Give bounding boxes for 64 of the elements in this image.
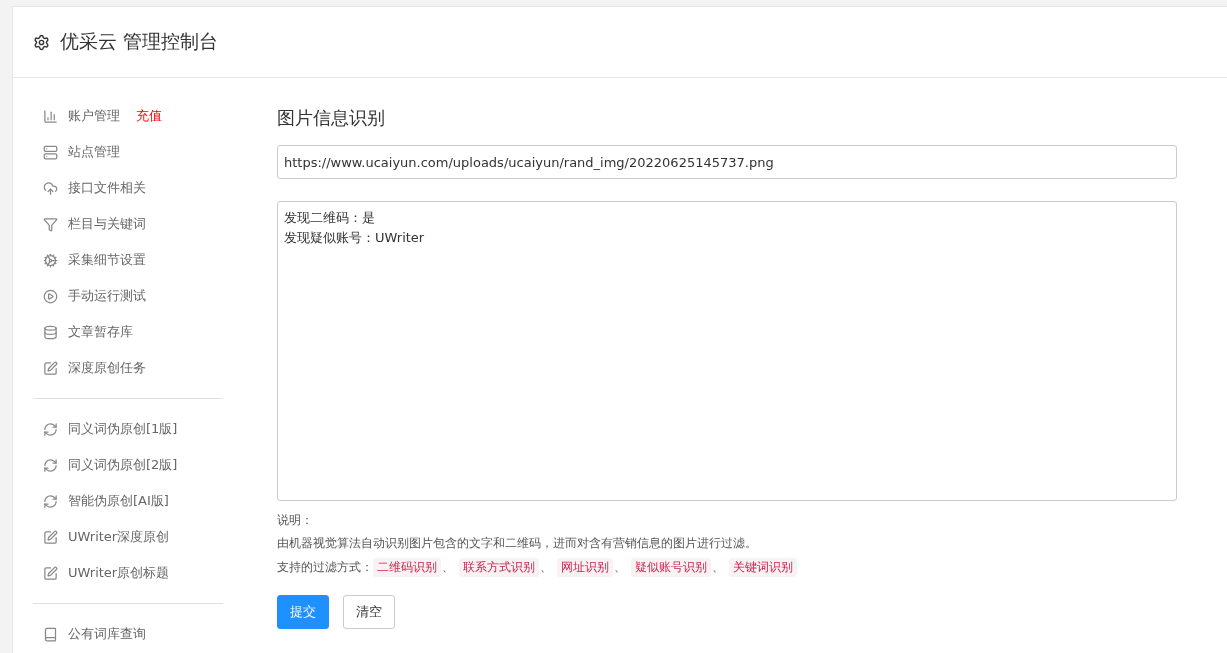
cloud-upload-icon bbox=[43, 180, 58, 196]
submit-button[interactable]: 提交 bbox=[277, 595, 329, 629]
edit-icon bbox=[43, 529, 58, 545]
separator-mark: 、 bbox=[712, 558, 724, 576]
gears-icon bbox=[43, 252, 58, 268]
database-icon bbox=[43, 324, 58, 340]
refresh-icon bbox=[43, 493, 58, 509]
method-tag: 网址识别 bbox=[557, 557, 613, 577]
sidebar-item-label: 深度原创任务 bbox=[68, 359, 146, 377]
method-tag: 关键词识别 bbox=[729, 557, 797, 577]
sidebar-item[interactable]: 栏目与关键词 bbox=[33, 206, 243, 242]
separator-mark: 、 bbox=[614, 558, 626, 576]
edit-icon bbox=[43, 565, 58, 581]
method-tag: 二维码识别 bbox=[373, 557, 441, 577]
notes-text: 由机器视觉算法自动识别图片包含的文字和二维码，进而对含有营销信息的图片进行过滤。 bbox=[277, 534, 757, 552]
url-field[interactable]: https://www.ucaiyun.com/uploads/ucaiyun/rand_img/20220625145737.png bbox=[277, 145, 1177, 179]
sidebar-item-label: 栏目与关键词 bbox=[68, 215, 146, 233]
sidebar-item-label: 智能伪原创[AI版] bbox=[68, 492, 169, 510]
sidebar-item-label: 账户管理 bbox=[68, 107, 120, 125]
section-title: 图片信息识别 bbox=[277, 106, 386, 130]
server-icon bbox=[43, 144, 58, 160]
sidebar-item[interactable]: 同义词伪原创[1版] bbox=[33, 411, 243, 447]
refresh-icon bbox=[43, 457, 58, 473]
filter-icon bbox=[43, 216, 58, 232]
sidebar-item-label: UWriter深度原创 bbox=[68, 528, 170, 546]
sidebar-item[interactable]: UWriter原创标题 bbox=[33, 555, 243, 591]
sidebar-item[interactable]: 采集细节设置 bbox=[33, 242, 243, 278]
result-field[interactable]: 发现二维码：是 发现疑似账号：UWriter bbox=[277, 201, 1177, 501]
sidebar-item[interactable]: 账户管理 充值 bbox=[33, 98, 243, 134]
edit-icon bbox=[43, 360, 58, 376]
sidebar-item[interactable]: 站点管理 bbox=[33, 134, 243, 170]
notes-title: 说明： bbox=[277, 512, 314, 529]
book-icon bbox=[43, 626, 58, 642]
sidebar-item-label: 同义词伪原创[1版] bbox=[68, 420, 178, 438]
methods-label: 支持的过滤方式： bbox=[277, 558, 373, 576]
method-tag: 疑似账号识别 bbox=[631, 557, 711, 577]
console-title: 优采云 管理控制台 bbox=[60, 29, 219, 54]
sidebar-item-label: 同义词伪原创[2版] bbox=[68, 456, 178, 474]
sidebar-item-label: 站点管理 bbox=[68, 143, 120, 161]
separator-mark: 、 bbox=[442, 558, 454, 576]
sidebar-item-label: 文章暂存库 bbox=[68, 323, 133, 341]
sidebar-item[interactable]: UWriter深度原创 bbox=[33, 519, 243, 555]
sidebar-item-label: 接口文件相关 bbox=[68, 179, 146, 197]
settings-icon bbox=[33, 33, 50, 51]
sidebar-item-label: UWriter原创标题 bbox=[68, 564, 170, 582]
sidebar-item[interactable]: 智能伪原创[AI版] bbox=[33, 483, 243, 519]
play-icon bbox=[43, 288, 58, 304]
sidebar-item[interactable]: 文章暂存库 bbox=[33, 314, 243, 350]
sidebar-item[interactable]: 深度原创任务 bbox=[33, 350, 243, 386]
result-line: 发现二维码：是 bbox=[284, 209, 375, 227]
sidebar-item[interactable]: 接口文件相关 bbox=[33, 170, 243, 206]
method-tag: 联系方式识别 bbox=[459, 557, 539, 577]
sidebar-item[interactable]: 同义词伪原创[2版] bbox=[33, 447, 243, 483]
clear-button[interactable]: 清空 bbox=[343, 595, 395, 629]
result-line: 发现疑似账号：UWriter bbox=[284, 229, 425, 247]
sidebar-item-label: 公有词库查询 bbox=[68, 625, 146, 643]
sidebar-item[interactable]: 手动运行测试 bbox=[33, 278, 243, 314]
bar-chart-icon bbox=[43, 108, 58, 124]
sidebar-item-label: 手动运行测试 bbox=[68, 287, 146, 305]
sidebar-item[interactable]: 公有词库查询 bbox=[33, 616, 243, 652]
refresh-icon bbox=[43, 421, 58, 437]
sidebar-item-label: 采集细节设置 bbox=[68, 251, 146, 269]
separator-mark: 、 bbox=[540, 558, 552, 576]
recharge-link[interactable]: 充值 bbox=[136, 107, 162, 125]
